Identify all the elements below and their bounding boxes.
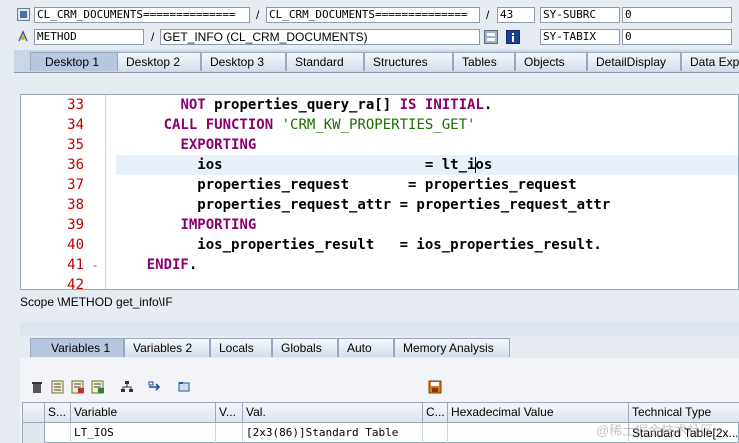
code-token: .: [483, 97, 493, 113]
row-selector[interactable]: [23, 423, 45, 443]
watermark: @稀土掘金技术社区: [596, 423, 714, 438]
line-number: 35: [67, 137, 84, 153]
class-icon: [17, 8, 30, 21]
code-line[interactable]: ios_properties_result = ios_properties_r…: [113, 235, 602, 255]
code-token: properties_request_attr = properties_req…: [113, 197, 611, 213]
tab-desktop-3[interactable]: Desktop 3: [201, 52, 286, 71]
tab-variables-1[interactable]: Variables 1: [30, 338, 124, 357]
variables-panel-frame: [20, 322, 739, 336]
variables-tab-bar: Variables 1 Variables 2 Locals Globals A…: [20, 336, 739, 359]
line-number: 34: [67, 117, 84, 133]
code-line[interactable]: ios = lt_ios: [113, 155, 492, 175]
tab-detail-display[interactable]: DetailDisplay: [587, 52, 681, 71]
keyword-token: EXPORTING: [180, 137, 257, 153]
separator: /: [151, 30, 155, 44]
keyword-token: NOT: [180, 97, 206, 113]
column-header-status[interactable]: S...: [45, 403, 71, 423]
source-code-editor[interactable]: 33 NOT properties_query_ra[] IS INITIAL.…: [20, 94, 739, 290]
code-line[interactable]: ENDIF.: [113, 255, 198, 275]
row-selector-header: [23, 403, 45, 423]
keyword-token: ENDIF: [146, 257, 189, 273]
sysvar-name-field-2: SY-TABIX: [540, 29, 620, 45]
code-line[interactable]: IMPORTING: [113, 215, 256, 235]
cell-status: [45, 423, 71, 443]
cell-v: [216, 423, 243, 443]
sysvar-value-field-2[interactable]: 0: [622, 29, 732, 45]
tab-globals[interactable]: Globals: [272, 338, 338, 357]
code-token: .: [188, 257, 198, 273]
string-token: 'CRM_KW_PROPERTIES_GET': [281, 117, 476, 133]
cell-variable[interactable]: LT_IOS: [71, 423, 216, 443]
keyword-token: CALL FUNCTION: [163, 117, 274, 133]
code-line[interactable]: properties_request_attr = properties_req…: [113, 195, 610, 215]
separator: /: [256, 8, 260, 22]
code-token: ios = lt_ios: [113, 157, 493, 173]
hierarchy-icon[interactable]: [120, 380, 134, 394]
line-number: 38: [67, 197, 84, 213]
code-token: properties_request = properties_request: [113, 177, 577, 193]
desktop-tab-bar: Desktop 1 Desktop 2 Desktop 3 Standard S…: [14, 50, 739, 73]
navigate-icon[interactable]: [148, 380, 162, 394]
code-token: properties_query_ra[]: [205, 97, 400, 113]
scope-label: Scope \METHOD get_info\IF: [20, 295, 173, 309]
column-header-v[interactable]: V...: [216, 403, 243, 423]
method-field[interactable]: GET_INFO (CL_CRM_DOCUMENTS): [160, 29, 480, 45]
line-number-field[interactable]: 43: [497, 7, 535, 23]
separator: /: [486, 8, 490, 22]
cell-value[interactable]: [2x3(86)]Standard Table: [243, 423, 423, 443]
tab-data-explorer[interactable]: Data Exp: [681, 52, 739, 71]
sysvar-value-field[interactable]: 0: [622, 7, 732, 23]
code-line[interactable]: properties_request = properties_request: [113, 175, 577, 195]
code-token: ios_properties_result = ios_properties_r…: [113, 237, 602, 253]
fold-marker[interactable]: -: [93, 255, 97, 275]
save-icon[interactable]: [428, 380, 442, 394]
tab-desktop-1[interactable]: Desktop 1: [30, 52, 126, 71]
event-type-field[interactable]: METHOD: [34, 29, 144, 45]
tab-structures[interactable]: Structures: [364, 52, 453, 71]
tab-variables-2[interactable]: Variables 2: [124, 338, 210, 357]
column-header-variable[interactable]: Variable: [71, 403, 216, 423]
code-line[interactable]: CALL FUNCTION 'CRM_KW_PROPERTIES_GET': [113, 115, 476, 135]
tab-locals[interactable]: Locals: [210, 338, 272, 357]
tab-memory-analysis[interactable]: Memory Analysis: [394, 338, 510, 357]
tab-desktop-2[interactable]: Desktop 2: [117, 52, 201, 71]
include-field[interactable]: CL_CRM_DOCUMENTS==============: [266, 7, 480, 23]
list-icon[interactable]: [51, 380, 65, 394]
delete-icon[interactable]: [30, 380, 44, 394]
line-number: 41: [67, 257, 84, 273]
line-number: 33: [67, 97, 84, 113]
info-icon[interactable]: [506, 30, 520, 44]
line-number: 37: [67, 177, 84, 193]
tab-auto[interactable]: Auto: [338, 338, 394, 357]
display-object-icon[interactable]: [484, 30, 498, 44]
code-line[interactable]: EXPORTING: [113, 135, 256, 155]
keyword-token: IMPORTING: [180, 217, 257, 233]
text-cursor: [475, 157, 476, 173]
keyword-token: IS INITIAL: [399, 97, 484, 113]
list-edit-icon[interactable]: [91, 380, 105, 394]
line-number: 40: [67, 237, 84, 253]
sysvar-name-field: SY-SUBRC: [540, 7, 620, 23]
fold-gutter: [88, 95, 106, 289]
column-header-value[interactable]: Val.: [243, 403, 423, 423]
cell-c: [423, 423, 448, 443]
code-line[interactable]: NOT properties_query_ra[] IS INITIAL.: [113, 95, 492, 115]
tab-objects[interactable]: Objects: [515, 52, 587, 71]
line-number: 36: [67, 157, 84, 173]
list-add-icon[interactable]: [71, 380, 85, 394]
column-header-c[interactable]: C...: [423, 403, 448, 423]
folder-icon[interactable]: [177, 380, 191, 394]
line-number: 39: [67, 217, 84, 233]
tab-tables[interactable]: Tables: [453, 52, 515, 71]
tab-standard[interactable]: Standard: [286, 52, 364, 71]
method-icon: [17, 30, 30, 43]
program-field[interactable]: CL_CRM_DOCUMENTS==============: [34, 7, 250, 23]
line-number: 42: [67, 277, 84, 290]
